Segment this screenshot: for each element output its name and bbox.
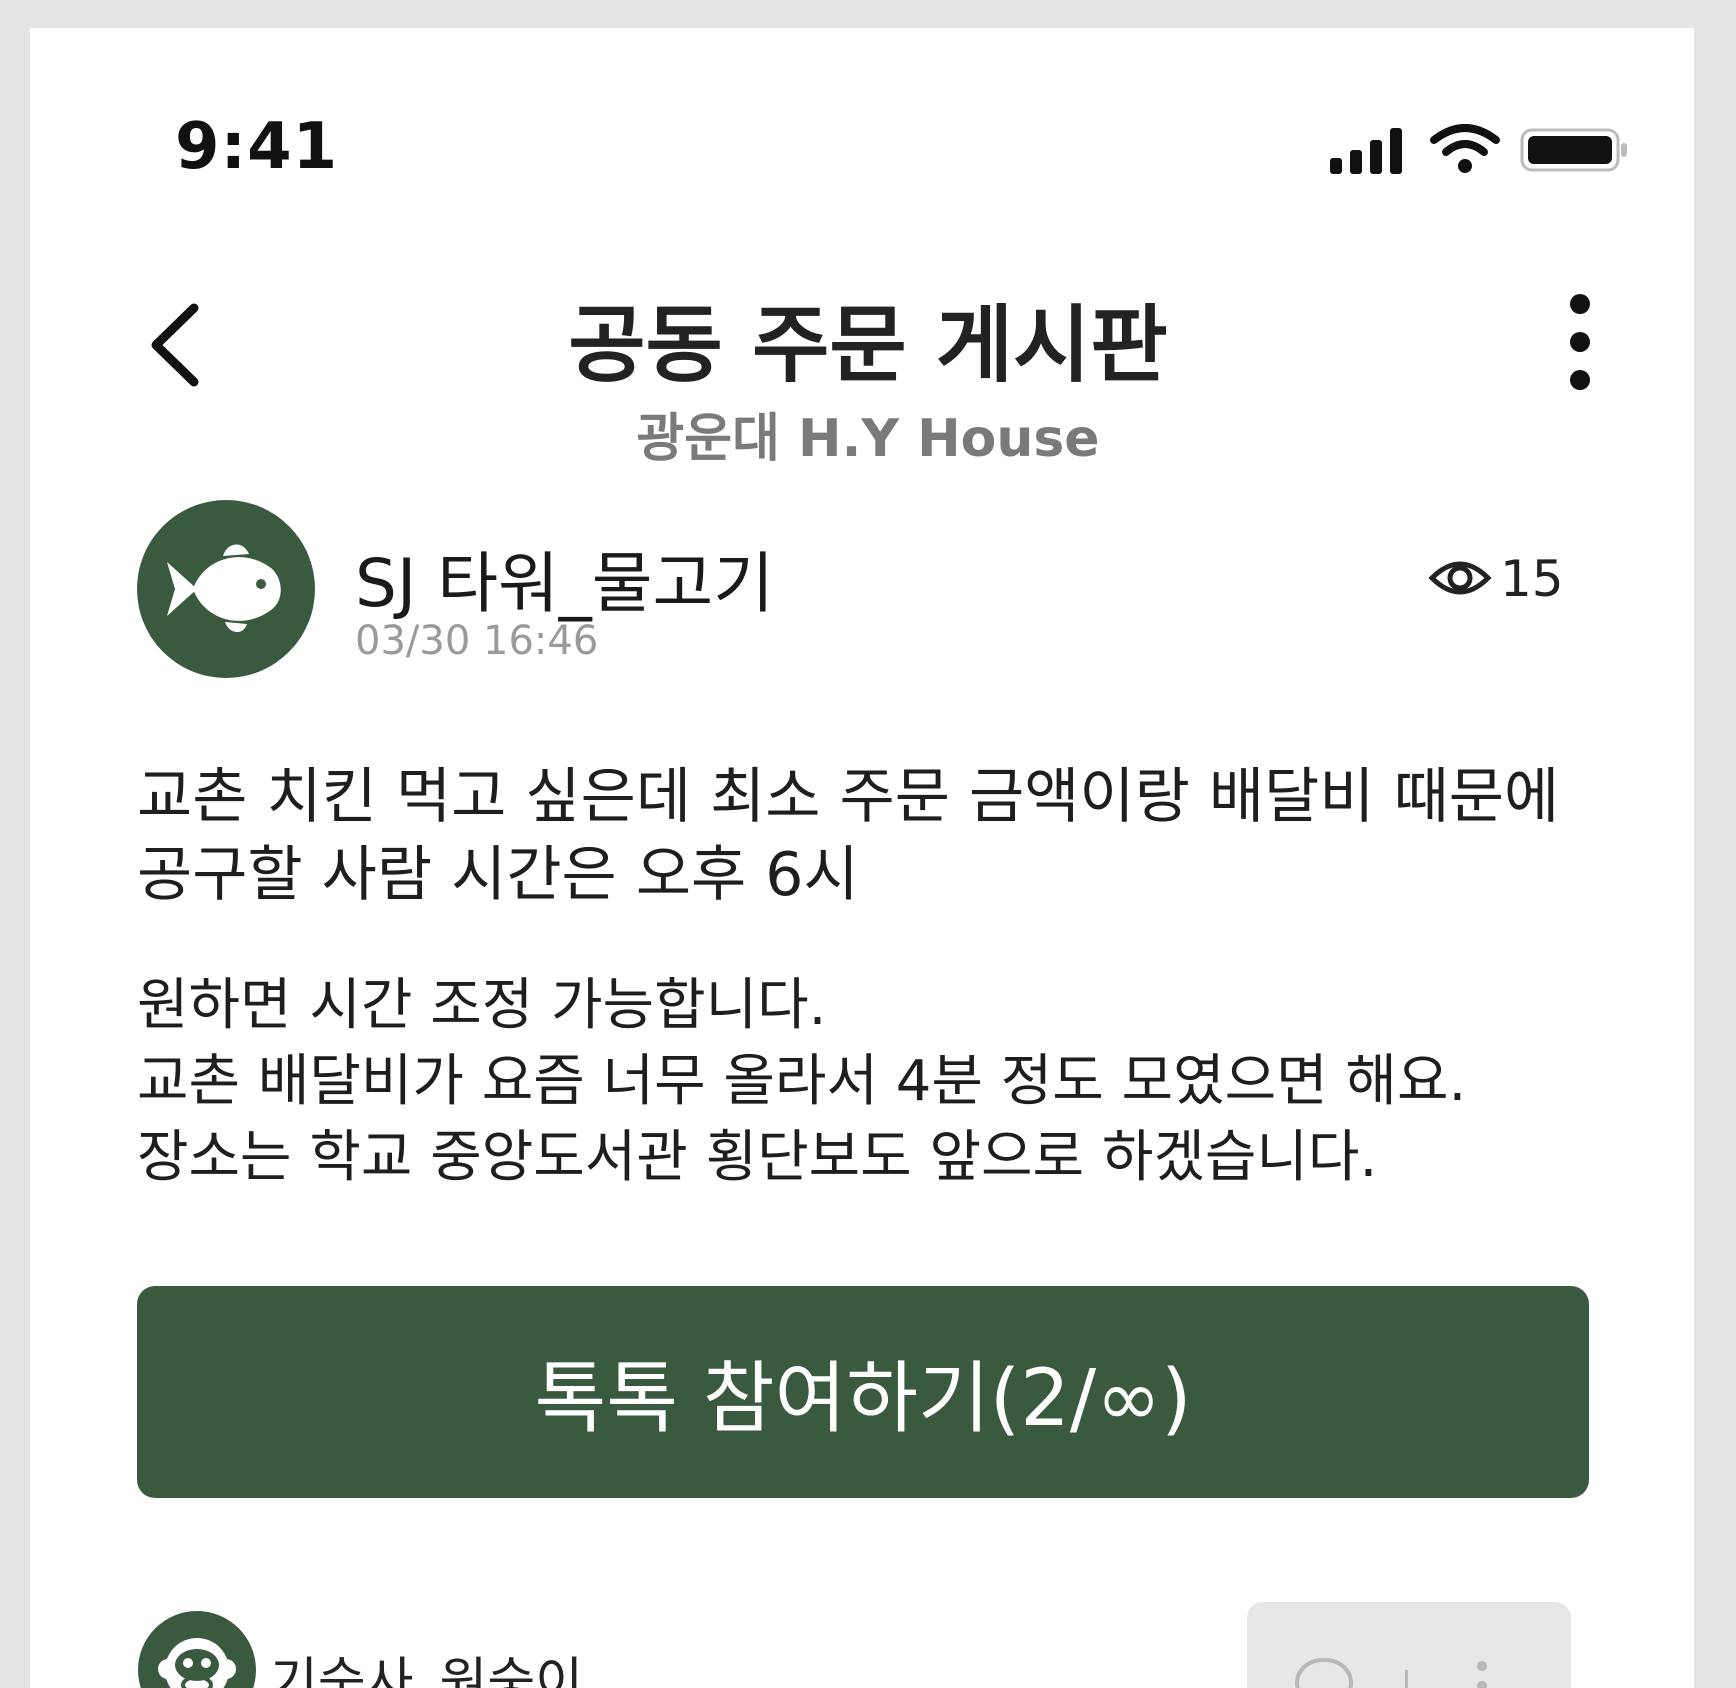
- status-time: 9:41: [175, 110, 339, 184]
- post-detail-line: 원하면 시간 조정 가능합니다.: [137, 973, 827, 1038]
- status-icons: [1330, 124, 1670, 184]
- post-body: 교촌 치킨 먹고 싶은데 최소 주문 금액이랑 배달비 때문에 공구할 사람 시…: [137, 762, 1560, 910]
- join-chat-button-label: 톡톡 참여하기(2/∞): [534, 1354, 1192, 1444]
- phone-screen: 9:41 공동 주문 게시판 광운대 H.Y House SJ 타워_물고기 0…: [30, 28, 1694, 1688]
- author-avatar[interactable]: [137, 500, 315, 678]
- speech-bubble-icon[interactable]: [1293, 1654, 1355, 1688]
- fish-icon: [167, 544, 281, 633]
- page-subtitle: 광운대 H.Y House: [636, 409, 1100, 469]
- monkey-icon: [158, 1638, 236, 1688]
- comment-actions: [1247, 1602, 1571, 1688]
- wifi-icon: [1430, 124, 1500, 173]
- author-name[interactable]: SJ 타워_물고기: [355, 530, 774, 626]
- post-detail-line: 교촌 배달비가 요즘 너무 올라서 4분 정도 모였으면 해요.: [137, 1049, 1467, 1114]
- battery-icon: [1520, 128, 1627, 172]
- action-divider: [1405, 1670, 1408, 1688]
- more-vertical-icon[interactable]: [1472, 1658, 1492, 1688]
- view-count: 15: [1500, 550, 1564, 608]
- comment-avatar[interactable]: [138, 1611, 256, 1688]
- join-chat-button[interactable]: 톡톡 참여하기(2/∞): [137, 1286, 1589, 1498]
- post-timestamp: 03/30 16:46: [355, 618, 599, 664]
- signal-icon: [1330, 128, 1402, 174]
- post-detail: 원하면 시간 조정 가능합니다. 교촌 배달비가 요즘 너무 올라서 4분 정도…: [137, 968, 1617, 1196]
- post-detail-line: 장소는 학교 중앙도서관 횡단보도 앞으로 하겠습니다.: [137, 1125, 1378, 1190]
- comment-author[interactable]: 기숙사_원숭이: [270, 1640, 583, 1688]
- eye-icon: [1428, 561, 1492, 595]
- page-title: 공동 주문 게시판: [568, 296, 1168, 394]
